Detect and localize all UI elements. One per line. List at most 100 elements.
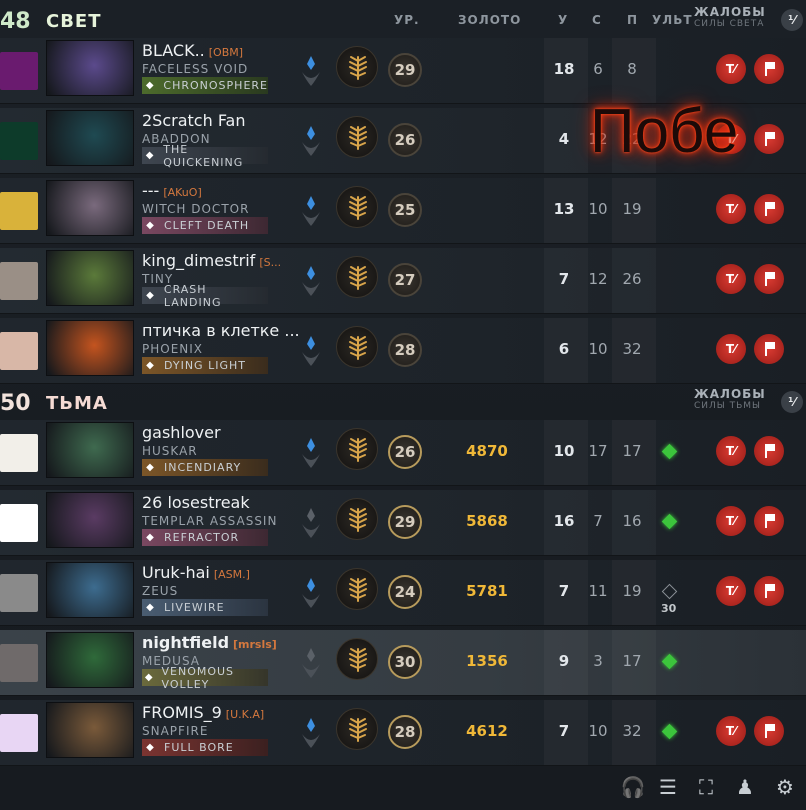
report-player-button[interactable]: [754, 576, 784, 606]
report-player-button[interactable]: [754, 436, 784, 466]
player-row[interactable]: nightfield [mrsls] MEDUSA ◆ VENOMOUS VOLLEY 3…: [0, 630, 806, 696]
player-avatar[interactable]: [0, 192, 38, 230]
player-name[interactable]: FROMIS_9 [U.K.A]: [142, 703, 264, 722]
gold-value: 4870: [466, 442, 508, 460]
hero-portrait[interactable]: [46, 422, 134, 478]
shared-units-icon[interactable]: ⛶: [693, 774, 719, 800]
ult-status-icon: [660, 512, 680, 532]
coach-icon[interactable]: ♟: [732, 774, 758, 800]
player-name[interactable]: nightfield [mrsls]: [142, 633, 277, 652]
assists-value: 32: [622, 722, 642, 740]
col-level: УР.: [394, 13, 420, 27]
talent-tree-icon: [336, 568, 378, 610]
guild-tag: [ASM.]: [213, 568, 250, 581]
player-row[interactable]: --- [AKuO] WITCH DOCTOR ◆ CLEFT DEATH 25 13 10 1…: [0, 178, 806, 244]
headset-icon[interactable]: 🎧: [620, 774, 646, 800]
ability-name: CHRONOSPHERE: [163, 79, 268, 92]
report-player-button[interactable]: [754, 506, 784, 536]
player-avatar[interactable]: [0, 574, 38, 612]
hero-portrait[interactable]: [46, 180, 134, 236]
reports-subtitle: СИЛЫ ТЬМЫ: [694, 401, 761, 411]
assists-value: 32: [622, 340, 642, 358]
reports-subtitle: СИЛЫ СВЕТА: [694, 19, 765, 29]
player-name[interactable]: Uruk-hai [ASM.]: [142, 563, 250, 582]
hero-portrait[interactable]: [46, 492, 134, 548]
scoreboard-icon[interactable]: ☰: [655, 774, 681, 800]
player-name-text: king_dimestrif: [142, 251, 256, 270]
dire-mute-all-toggle[interactable]: ⅟: [781, 391, 803, 413]
hero-portrait[interactable]: [46, 110, 134, 166]
report-player-button[interactable]: [754, 264, 784, 294]
player-row[interactable]: BLACK.. [OBM] FACELESS VOID ◆ CHRONOSPHERE 29…: [0, 38, 806, 104]
player-avatar[interactable]: [0, 644, 38, 682]
hero-name: ZEUS: [142, 584, 179, 598]
mute-player-button[interactable]: T⁄: [716, 194, 746, 224]
hero-portrait[interactable]: [46, 40, 134, 96]
mute-player-button[interactable]: T⁄: [716, 716, 746, 746]
player-avatar[interactable]: [0, 52, 38, 90]
col-assists: П: [627, 13, 639, 27]
ability-name: VENOMOUS VOLLEY: [161, 664, 235, 691]
player-row[interactable]: king_dimestrif [S... TINY ◆ CRASH LANDING 27 7…: [0, 248, 806, 314]
player-name[interactable]: king_dimestrif [S...: [142, 251, 281, 270]
guild-tag: [U.K.A]: [225, 708, 265, 721]
ability-icon: ◆: [146, 742, 155, 753]
player-name[interactable]: 26 losestreak: [142, 493, 254, 512]
ability-badge: ◆ REFRACTOR: [142, 529, 268, 546]
player-name[interactable]: --- [AKuO]: [142, 181, 202, 200]
hero-name: HUSKAR: [142, 444, 198, 458]
hero-level: 26: [388, 123, 422, 157]
ability-icon: ◆: [145, 150, 155, 161]
player-row[interactable]: птичка в клетке ... PHOENIX ◆ DYING LIGHT 28…: [0, 318, 806, 384]
mute-player-button[interactable]: T⁄: [716, 576, 746, 606]
hero-level: 25: [388, 193, 422, 227]
dire-team-name: ТЬМА: [46, 392, 108, 414]
player-avatar[interactable]: [0, 262, 38, 300]
mute-player-button[interactable]: T⁄: [716, 334, 746, 364]
player-row[interactable]: 26 losestreak TEMPLAR ASSASSIN ◆ REFRACTOR 2…: [0, 490, 806, 556]
hero-portrait[interactable]: [46, 632, 134, 688]
player-name[interactable]: BLACK.. [OBM]: [142, 41, 243, 60]
mute-player-button[interactable]: T⁄: [716, 264, 746, 294]
hero-name: TEMPLAR ASSASSIN: [142, 514, 278, 528]
player-name[interactable]: птичка в клетке ...: [142, 321, 304, 340]
assists-value: 8: [627, 60, 637, 78]
ability-name: CLEFT DEATH: [164, 219, 250, 232]
hero-portrait[interactable]: [46, 562, 134, 618]
report-player-button[interactable]: [754, 334, 784, 364]
talent-tree-icon: [336, 186, 378, 228]
player-name[interactable]: 2Scratch Fan: [142, 111, 250, 130]
report-player-button[interactable]: [754, 194, 784, 224]
talent-tree-icon: [336, 428, 378, 470]
player-avatar[interactable]: [0, 122, 38, 160]
radiant-mute-all-toggle[interactable]: ⅟: [781, 9, 803, 31]
ult-status-icon: 30: [660, 582, 680, 615]
talent-tree-icon: [336, 46, 378, 88]
player-row[interactable]: gashlover HUSKAR ◆ INCENDIARY 26 4870 10 17 17 T⁄: [0, 420, 806, 486]
player-row[interactable]: Uruk-hai [ASM.] ZEUS ◆ LIVEWIRE 24 5781 7 11 19 30…: [0, 560, 806, 626]
player-avatar[interactable]: [0, 714, 38, 752]
hero-portrait[interactable]: [46, 702, 134, 758]
settings-icon[interactable]: ⚙: [772, 774, 798, 800]
assists-value: 26: [622, 270, 642, 288]
mute-player-button[interactable]: T⁄: [716, 506, 746, 536]
col-kills: У: [558, 13, 569, 27]
report-player-button[interactable]: [754, 716, 784, 746]
report-player-button[interactable]: [754, 54, 784, 84]
assists-value: 19: [622, 582, 642, 600]
hero-portrait[interactable]: [46, 320, 134, 376]
talent-tree-icon: [336, 326, 378, 368]
player-avatar[interactable]: [0, 504, 38, 542]
ability-badge: ◆ CLEFT DEATH: [142, 217, 268, 234]
player-row[interactable]: FROMIS_9 [U.K.A] SNAPFIRE ◆ FULL BORE 28 4612 7…: [0, 700, 806, 766]
talent-tree-icon: [336, 638, 378, 680]
hero-portrait[interactable]: [46, 250, 134, 306]
col-gold: ЗОЛОТО: [458, 13, 522, 27]
player-avatar[interactable]: [0, 434, 38, 472]
guild-tag: [OBM]: [208, 46, 244, 59]
player-avatar[interactable]: [0, 332, 38, 370]
player-name[interactable]: gashlover: [142, 423, 225, 442]
mute-player-button[interactable]: T⁄: [716, 54, 746, 84]
report-player-button[interactable]: [754, 124, 784, 154]
mute-player-button[interactable]: T⁄: [716, 436, 746, 466]
